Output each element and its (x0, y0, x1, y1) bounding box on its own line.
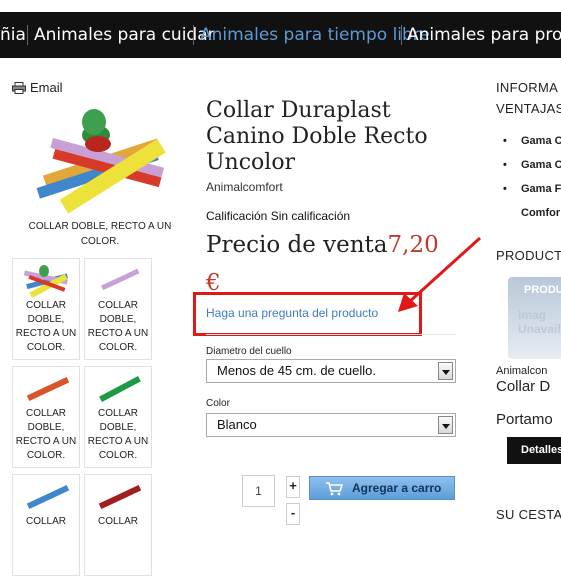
product-thumbnail[interactable]: COLLAR DOBLE, RECTO A UN COLOR. (12, 258, 80, 360)
product-title: Collar Duraplast Canino Doble Recto Unco… (206, 98, 428, 175)
bullet-icon: • (503, 159, 507, 171)
thumbnail-caption: COLLAR (97, 516, 138, 527)
add-to-cart-button[interactable]: Agregar a carro (309, 476, 455, 500)
info-heading-line2: VENTAJAS (496, 101, 561, 116)
thumbnail-caption: COLLAR DOBLE, RECTO A UN COLOR. (15, 300, 77, 353)
thumbnail-image (101, 268, 140, 291)
bullet-icon: • (503, 135, 507, 147)
nav-item-animales-para-cuidar[interactable]: Animales para cuidar (34, 12, 215, 58)
sidebar-product-name[interactable]: Collar D (496, 378, 550, 395)
color-value: Blanco (217, 417, 257, 432)
divider (206, 334, 456, 335)
thumbnail-caption: COLLAR DOBLE, RECTO A UN COLOR. (87, 300, 149, 353)
quantity-decrease-button[interactable]: - (286, 503, 300, 525)
sidebar-list-item: Comfor (521, 207, 561, 219)
product-thumbnail[interactable]: COLLAR (84, 474, 152, 576)
product-thumbnail[interactable]: COLLAR DOBLE, RECTO A UN COLOR. (84, 258, 152, 360)
sidebar-list-item: • Gama C (503, 135, 561, 147)
nav-item-animales-tiempo-libre[interactable]: Animales para tiempo libre (200, 12, 430, 58)
thumbnail-image (26, 484, 70, 510)
nav-item-partial[interactable]: ñia (0, 12, 26, 58)
sidebar-list-item: • Gama F (503, 183, 561, 195)
quantity-increase-button[interactable]: + (286, 476, 300, 498)
thumbnail-image (23, 265, 69, 297)
rating-value: Sin calificación (270, 209, 351, 223)
product-thumbnail[interactable]: COLLAR DOBLE, RECTO A UN COLOR. (12, 366, 80, 468)
email-label: Email (30, 80, 63, 95)
sidebar-product-price: Portamo (496, 411, 553, 428)
top-navigation: ñia Animales para cuidar Animales para t… (0, 12, 561, 58)
price-amount: 7,20 (387, 232, 439, 258)
color-label: Color (206, 398, 230, 409)
email-link[interactable]: Email (12, 80, 63, 95)
ask-question-link[interactable]: Haga una pregunta del producto (206, 306, 378, 320)
thumbnail-caption: COLLAR DOBLE, RECTO A UN COLOR. (87, 408, 149, 461)
bullet-icon: • (503, 183, 507, 195)
nav-divider (401, 25, 402, 45)
thumbnail-image (26, 376, 70, 402)
product-brand[interactable]: Animalcomfort (206, 180, 283, 194)
rating-label: Calificación (206, 209, 268, 223)
details-button[interactable]: Detalles (507, 437, 561, 464)
thumbnail-image (98, 484, 142, 510)
product-main-image[interactable] (24, 100, 174, 215)
product-rating: Calificación Sin calificación (206, 209, 350, 223)
chevron-down-icon[interactable] (438, 416, 453, 434)
product-thumbnail[interactable]: COLLAR (12, 474, 80, 576)
price-label: Precio de venta (206, 232, 388, 258)
info-heading-line1: INFORMA (496, 80, 559, 95)
products-heading: PRODUCT (496, 248, 561, 263)
product-thumbnail[interactable]: COLLAR DOBLE, RECTO A UN COLOR. (84, 366, 152, 468)
add-to-cart-label: Agregar a carro (352, 481, 442, 495)
chevron-down-icon[interactable] (438, 362, 453, 380)
thumbnail-caption: COLLAR (25, 516, 66, 527)
neck-diameter-label: Diametro del cuello (206, 346, 292, 357)
neck-diameter-select[interactable]: Menos de 45 cm. de cuello. (206, 359, 456, 383)
neck-diameter-value: Menos de 45 cm. de cuello. (217, 363, 376, 378)
thumbnail-image (99, 376, 141, 402)
cart-heading: SU CESTA (496, 507, 561, 522)
nav-divider (27, 25, 28, 45)
thumbnail-caption: COLLAR DOBLE, RECTO A UN COLOR. (15, 408, 77, 461)
nav-divider (193, 25, 194, 45)
sidebar-product-brand: Animalcon (496, 365, 548, 377)
color-select[interactable]: Blanco (206, 413, 456, 437)
cart-icon (326, 482, 343, 496)
printer-email-icon (12, 82, 26, 94)
main-image-caption: COLLAR DOBLE, RECTO A UN COLOR. (28, 221, 172, 247)
sidebar-list-item: • Gama C (503, 159, 561, 171)
quantity-input[interactable]: 1 (242, 475, 275, 507)
product-price: Precio de venta7,20 € (206, 226, 456, 302)
nav-item-animales-para-produccion[interactable]: Animales para produ (407, 12, 561, 58)
product-image-placeholder[interactable]: PRODU Imag Unavail (508, 277, 561, 359)
